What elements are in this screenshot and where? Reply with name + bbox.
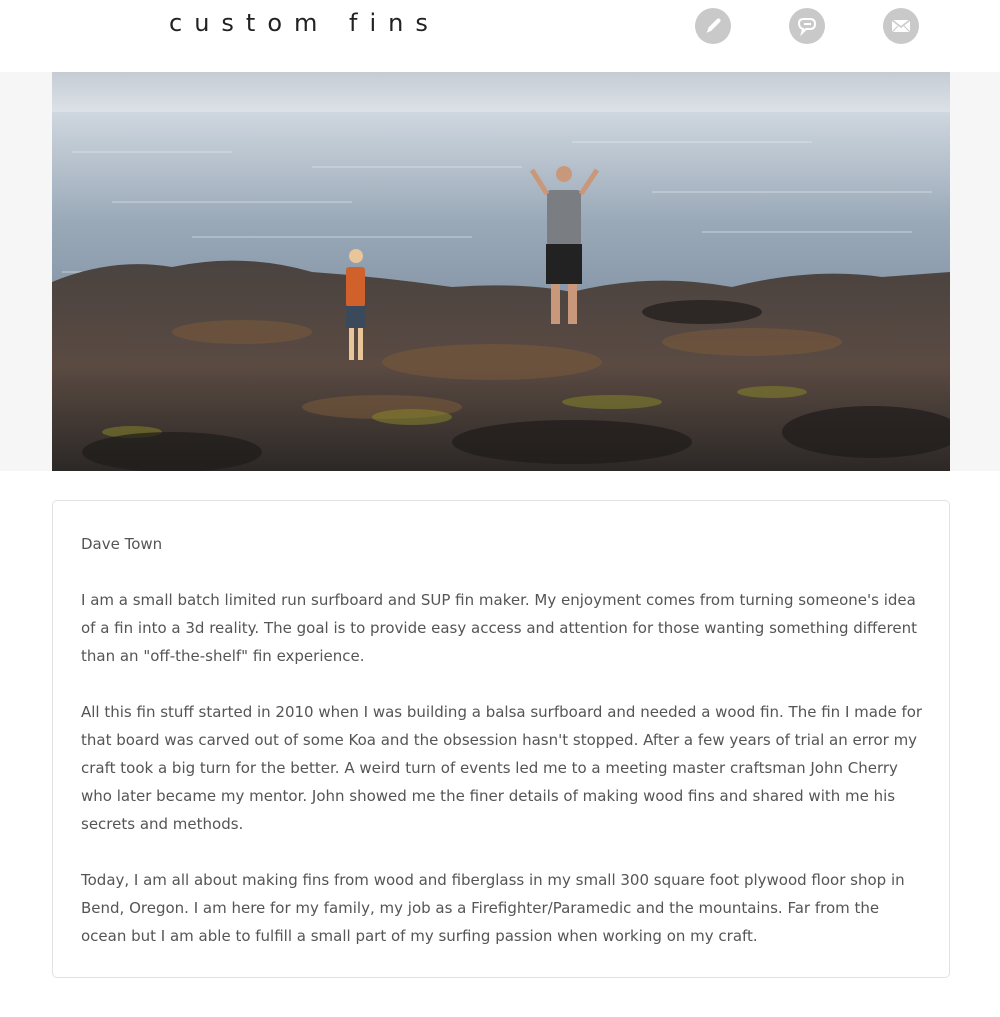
author-name: Dave Town xyxy=(81,535,163,553)
hero-photo-illustration xyxy=(52,72,950,471)
hero-photo xyxy=(52,72,950,471)
bio-paragraph: I am a small batch limited run surfboard… xyxy=(81,591,917,665)
pencil-icon xyxy=(705,18,721,34)
site-logo[interactable]: custom fins xyxy=(169,9,440,37)
envelope-icon xyxy=(891,19,911,33)
site-header: custom fins xyxy=(0,0,1000,72)
bio-paragraph: All this fin stuff started in 2010 when … xyxy=(81,703,923,833)
chat-bubble-icon xyxy=(797,18,817,37)
chat-nav-button[interactable] xyxy=(789,8,825,44)
blog-nav-button[interactable] xyxy=(695,8,731,44)
bio-paragraph: Today, I am all about making fins from w… xyxy=(81,871,905,945)
bio-card: Dave Town I am a small batch limited run… xyxy=(52,500,950,978)
contact-nav-button[interactable] xyxy=(883,8,919,44)
